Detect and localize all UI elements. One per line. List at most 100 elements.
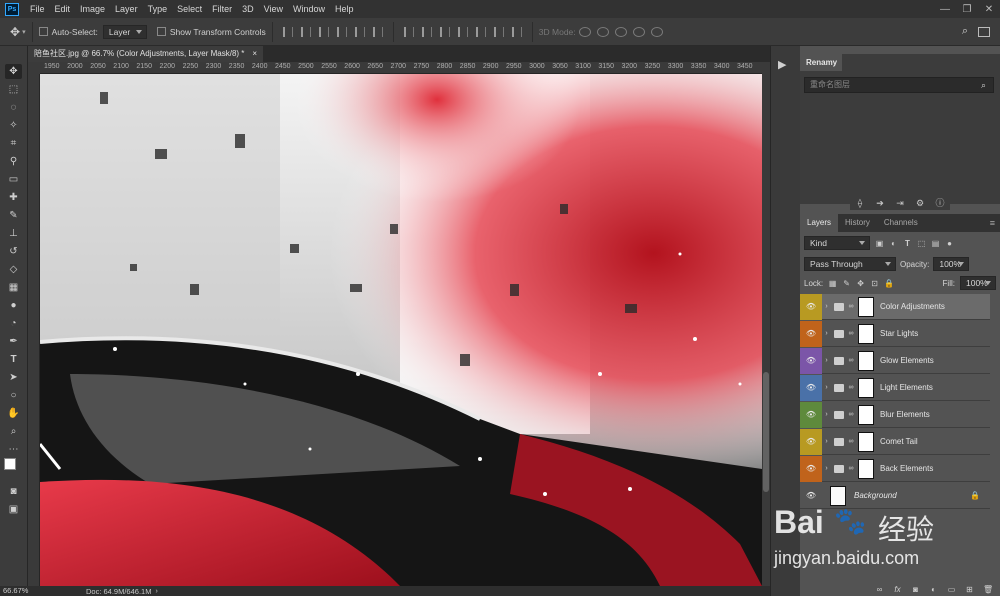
panel-menu-icon[interactable]: ≡ [990,214,1000,232]
menu-window[interactable]: Window [288,0,330,18]
lock-transparency-icon[interactable]: ▦ [828,279,837,288]
pen-tool-icon[interactable]: ✒ [5,334,22,349]
search-icon[interactable]: ⌕ [962,25,968,38]
magic-wand-tool-icon[interactable]: ✧ [5,118,22,133]
expand-caret-icon[interactable]: › [822,438,831,445]
layer-mask-thumbnail[interactable] [858,431,874,452]
layer-row[interactable]: 👁 › ∞ Light Elements [800,374,990,401]
new-layer-icon[interactable]: ⊞ [965,585,974,594]
move-tool-icon[interactable]: ✥ [5,64,22,79]
align-left-icon[interactable] [336,26,347,37]
lasso-tool-icon[interactable]: ◌ [5,100,22,115]
3d-slide-icon[interactable] [632,26,645,37]
document-tab[interactable]: 陪鱼社区.jpg @ 66.7% (Color Adjustments, Lay… [28,46,264,62]
restore-button[interactable]: ❐ [956,0,978,18]
quick-mask-icon[interactable]: ◙ [5,484,22,499]
background-layer-row[interactable]: 👁 Background 🔒 [800,483,990,509]
foreground-color-swatch[interactable] [4,458,16,470]
scrollbar-thumb[interactable] [763,372,769,492]
layer-mask-thumbnail[interactable] [858,377,874,398]
layer-name[interactable]: Star Lights [880,329,918,338]
expand-caret-icon[interactable]: › [822,303,831,310]
visibility-eye-icon[interactable]: 👁 [800,401,822,428]
more-tools-icon[interactable]: ⋯ [5,442,22,457]
layer-mask-thumbnail[interactable] [858,350,874,371]
workspace-icon[interactable] [978,26,990,37]
pixel-filter-icon[interactable]: ▣ [875,239,884,248]
gradient-tool-icon[interactable]: ▦ [5,280,22,295]
minimize-button[interactable]: — [934,0,956,18]
eyedropper-tool-icon[interactable]: ⚲ [5,154,22,169]
info-icon[interactable]: ⓘ [935,198,945,208]
layer-row[interactable]: 👁 › ∞ Back Elements [800,455,990,482]
layer-row[interactable]: 👁 › ∞ Color Adjustments [800,293,990,320]
filter-toggle-icon[interactable]: ● [945,239,954,248]
menu-help[interactable]: Help [330,0,359,18]
visibility-eye-icon[interactable]: 👁 [800,347,822,374]
menu-select[interactable]: Select [172,0,207,18]
horizontal-ruler[interactable]: 1950 2000 2050 2100 2150 2200 2250 2300 2350 2400… [40,62,762,74]
vertical-scrollbar[interactable] [762,62,770,586]
show-transform-checkbox[interactable] [156,27,166,36]
layer-name[interactable]: Light Elements [880,383,933,392]
document-info[interactable]: Doc: 64.9M/646.1M [86,587,151,596]
menu-edit[interactable]: Edit [50,0,76,18]
zoom-level[interactable]: 66.67% [0,586,60,596]
align-bottom-icon[interactable] [318,26,329,37]
adjustment-layer-icon[interactable]: ◐ [929,585,938,594]
frame-tool-icon[interactable]: ▭ [5,172,22,187]
layer-mask-thumbnail[interactable] [858,296,874,317]
healing-brush-tool-icon[interactable]: ✚ [5,190,22,205]
expand-caret-icon[interactable]: › [822,465,831,472]
auto-select-checkbox[interactable] [38,27,48,36]
visibility-eye-icon[interactable]: 👁 [800,293,822,320]
properties-icon[interactable]: ⟠ [855,198,865,208]
3d-orbit-icon[interactable] [578,26,591,37]
auto-align-icon[interactable] [511,26,522,37]
visibility-eye-icon[interactable]: 👁 [800,483,822,509]
crop-tool-icon[interactable]: ⌗ [5,136,22,151]
blend-mode-dropdown[interactable]: Pass Through [804,257,896,271]
expand-caret-icon[interactable]: › [822,384,831,391]
brush-tool-icon[interactable]: ✎ [5,208,22,223]
fill-input[interactable]: 100% [960,276,996,290]
align-right-icon[interactable] [372,26,383,37]
align-hcenter-icon[interactable] [354,26,365,37]
forward-icon[interactable]: ➔ [875,198,885,208]
vertical-ruler[interactable] [28,74,40,586]
filter-kind-dropdown[interactable]: Kind [804,236,870,250]
lock-pixels-icon[interactable]: ✎ [842,279,851,288]
close-button[interactable]: ✕ [978,0,1000,18]
opacity-input[interactable]: 100% [933,257,970,271]
layer-row[interactable]: 👁 › ∞ Star Lights [800,320,990,347]
align-vcenter-icon[interactable] [300,26,311,37]
link-layers-icon[interactable]: ∞ [875,585,884,594]
rename-search-input[interactable]: 重命名图层 [804,77,994,93]
background-thumbnail[interactable] [830,485,846,506]
distribute-left-icon[interactable] [457,26,468,37]
lock-icon[interactable]: 🔒 [970,491,980,500]
align-top-icon[interactable] [282,26,293,37]
layer-row[interactable]: 👁 › ∞ Glow Elements [800,347,990,374]
menu-view[interactable]: View [259,0,288,18]
blur-tool-icon[interactable]: ● [5,298,22,313]
move-tool-icon[interactable]: ✥ [10,25,20,39]
menu-file[interactable]: File [25,0,50,18]
tab-history[interactable]: History [838,214,877,232]
history-brush-tool-icon[interactable]: ↺ [5,244,22,259]
dodge-tool-icon[interactable]: ◔ [5,316,22,331]
layer-mask-thumbnail[interactable] [858,404,874,425]
layer-name[interactable]: Back Elements [880,464,933,473]
clone-stamp-tool-icon[interactable]: ⊥ [5,226,22,241]
marquee-tool-icon[interactable]: ⬚ [5,82,22,97]
layer-mask-thumbnail[interactable] [858,458,874,479]
3d-scale-icon[interactable] [650,26,663,37]
layer-name[interactable]: Blur Elements [880,410,930,419]
visibility-eye-icon[interactable]: 👁 [800,455,822,482]
zoom-tool-icon[interactable]: ⌕ [5,424,22,439]
3d-roll-icon[interactable] [596,26,609,37]
shape-tool-icon[interactable]: ○ [5,388,22,403]
layer-mask-thumbnail[interactable] [858,323,874,344]
eraser-tool-icon[interactable]: ◇ [5,262,22,277]
menu-layer[interactable]: Layer [110,0,143,18]
